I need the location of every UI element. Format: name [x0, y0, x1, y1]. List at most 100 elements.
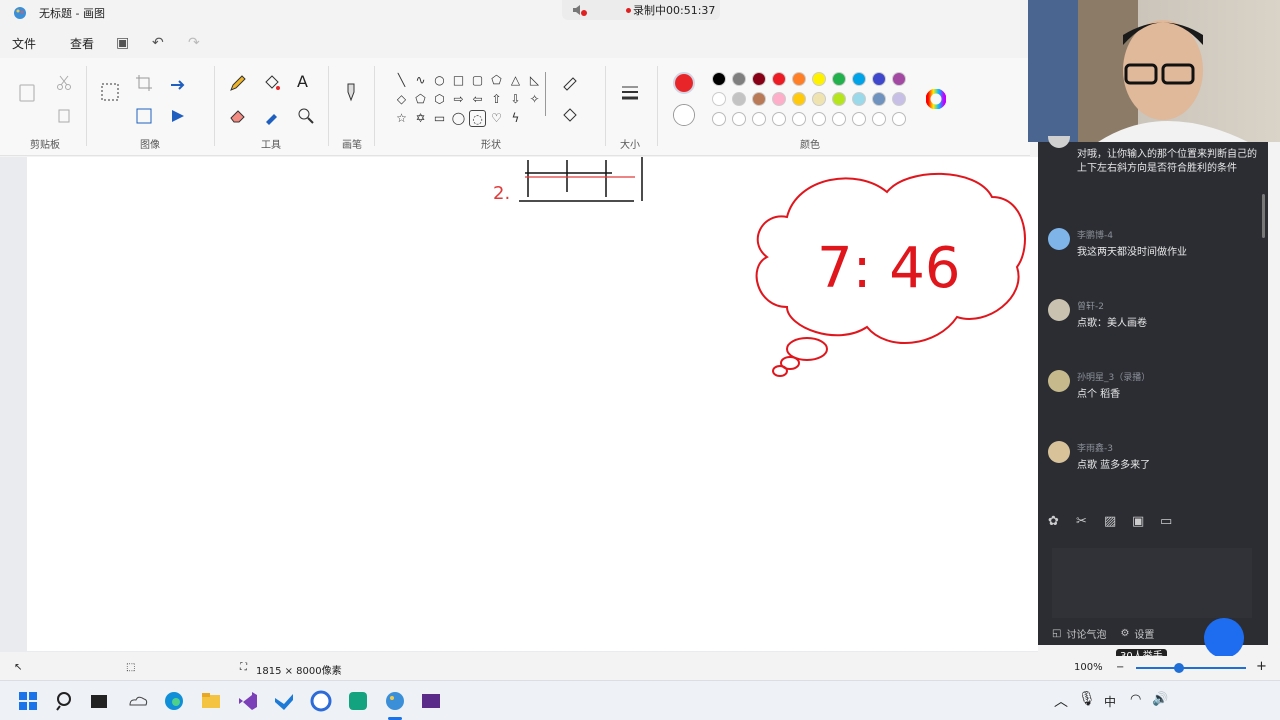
shape-arrow-down-icon[interactable]: ⇩ [507, 91, 524, 108]
palette-swatch[interactable] [832, 72, 846, 86]
zoom-in-icon[interactable]: + [1256, 659, 1267, 674]
custom-color-slot[interactable] [832, 112, 846, 126]
shape-star5-icon[interactable]: ☆ [393, 110, 410, 127]
palette-swatch[interactable] [812, 72, 826, 86]
file-explorer-icon[interactable] [200, 690, 222, 712]
shape-callout-rect-icon[interactable]: ▭ [431, 110, 448, 127]
fill-icon[interactable] [262, 73, 282, 93]
windows-start-icon[interactable] [17, 690, 39, 712]
undo-icon[interactable]: ↶ [152, 35, 168, 51]
crop-icon[interactable] [134, 73, 154, 93]
custom-color-slot[interactable] [892, 112, 906, 126]
paint-taskbar-icon[interactable] [384, 690, 406, 712]
primary-color[interactable] [673, 72, 695, 94]
search-icon[interactable] [54, 690, 76, 712]
microphone-icon[interactable]: 🎙 [1078, 691, 1100, 713]
floating-action-button[interactable] [1204, 618, 1244, 658]
palette-swatch[interactable] [892, 92, 906, 106]
chat-scrollbar[interactable] [1258, 142, 1268, 645]
screenshot-icon[interactable]: ▣ [1132, 514, 1148, 530]
save-icon[interactable]: ▣ [116, 35, 132, 51]
custom-color-slot[interactable] [772, 112, 786, 126]
shape-polygon-icon[interactable]: ⬠ [488, 72, 505, 89]
onedrive-icon[interactable] [127, 690, 149, 712]
recording-indicator[interactable]: 录制中00:51:37 [562, 0, 720, 20]
chat-scroll-thumb[interactable] [1262, 194, 1265, 238]
palette-swatch[interactable] [752, 72, 766, 86]
shape-lightning-icon[interactable]: ϟ [507, 110, 524, 127]
share-icon[interactable]: ▭ [1160, 514, 1176, 530]
shape-arrow-left-icon[interactable]: ⇦ [469, 91, 486, 108]
pdf-app-icon[interactable] [347, 690, 369, 712]
shape-arrow-right-icon[interactable]: ⇨ [450, 91, 467, 108]
palette-swatch[interactable] [852, 72, 866, 86]
volume-icon[interactable]: 🔊 [1152, 692, 1174, 714]
custom-color-slot[interactable] [792, 112, 806, 126]
secondary-color[interactable] [673, 104, 695, 126]
palette-swatch[interactable] [732, 92, 746, 106]
pencil-icon[interactable] [228, 73, 248, 93]
avatar[interactable] [1048, 299, 1070, 321]
bubble-icon[interactable]: ◱ [1052, 628, 1061, 639]
shape-hexagon-icon[interactable]: ⬡ [431, 91, 448, 108]
paste-icon[interactable] [17, 82, 37, 102]
shapes-scrollbar[interactable] [545, 72, 546, 116]
chat-input[interactable] [1052, 548, 1252, 618]
app-icon-circle[interactable] [310, 690, 332, 712]
wifi-icon[interactable]: ◠ [1130, 692, 1152, 714]
settings-gear-icon[interactable]: ⚙ [1120, 628, 1129, 639]
custom-color-slot[interactable] [852, 112, 866, 126]
avatar[interactable] [1048, 136, 1070, 148]
image-icon[interactable]: ▨ [1104, 514, 1120, 530]
palette-swatch[interactable] [732, 72, 746, 86]
custom-color-slot[interactable] [872, 112, 886, 126]
drawing-canvas[interactable]: 2. 7: 46 [27, 157, 1038, 651]
shape-diamond-icon[interactable]: ◇ [393, 91, 410, 108]
shape-callout-cloud-icon[interactable]: ◌ [469, 110, 486, 127]
menu-file[interactable]: 文件 [12, 35, 36, 52]
palette-swatch[interactable] [832, 92, 846, 106]
palette-swatch[interactable] [772, 72, 786, 86]
palette-swatch[interactable] [752, 92, 766, 106]
zoom-slider[interactable] [1136, 663, 1246, 673]
redo-icon[interactable]: ↷ [188, 35, 204, 51]
palette-swatch[interactable] [792, 72, 806, 86]
palette-swatch[interactable] [812, 92, 826, 106]
shape-line-icon[interactable]: ╲ [393, 72, 410, 89]
avatar[interactable] [1048, 228, 1070, 250]
eraser-icon[interactable] [228, 106, 248, 126]
visual-studio-icon[interactable] [237, 690, 259, 712]
shape-oval-icon[interactable]: ○ [431, 72, 448, 89]
palette-swatch[interactable] [852, 92, 866, 106]
palette-swatch[interactable] [792, 92, 806, 106]
brush-icon[interactable] [341, 82, 361, 102]
speaker-muted-icon[interactable] [572, 3, 588, 17]
emoji-icon[interactable]: ✿ [1048, 514, 1064, 530]
avatar[interactable] [1048, 370, 1070, 392]
shape-callout-oval-icon[interactable]: ◯ [450, 110, 467, 127]
cut-icon[interactable] [54, 73, 74, 93]
task-view-icon[interactable] [88, 690, 110, 712]
line-size-icon[interactable] [620, 83, 640, 103]
custom-color-slot[interactable] [732, 112, 746, 126]
resize-icon[interactable] [168, 73, 188, 93]
terminal-icon[interactable] [420, 690, 442, 712]
shape-fill-icon[interactable] [560, 106, 580, 126]
shape-star6-icon[interactable]: ✡ [412, 110, 429, 127]
zoom-out-icon[interactable]: − [1116, 662, 1124, 673]
palette-swatch[interactable] [712, 72, 726, 86]
shape-arrow-up-icon[interactable]: ⇧ [488, 91, 505, 108]
show-hidden-icons-icon[interactable]: ︿ [1054, 691, 1076, 713]
outline-icon[interactable] [560, 73, 580, 93]
menu-view[interactable]: 查看 [70, 35, 94, 52]
palette-swatch[interactable] [872, 72, 886, 86]
select-icon[interactable] [100, 82, 120, 102]
shape-rectangle-icon[interactable]: □ [450, 72, 467, 89]
image-select-icon[interactable] [134, 106, 154, 126]
shape-rounded-rect-icon[interactable]: ▢ [469, 72, 486, 89]
shape-heart-icon[interactable]: ♡ [488, 110, 505, 127]
text-icon[interactable]: A [297, 72, 317, 92]
copy-icon[interactable] [54, 106, 74, 126]
magnifier-icon[interactable] [296, 106, 316, 126]
scissors-icon[interactable]: ✂ [1076, 514, 1092, 530]
